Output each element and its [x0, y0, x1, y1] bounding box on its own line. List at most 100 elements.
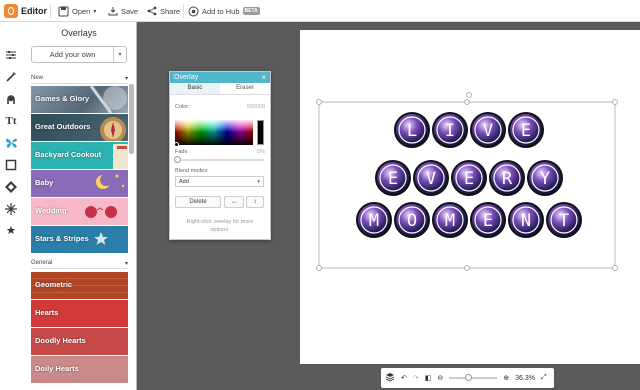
panel-title: Overlays — [61, 28, 97, 38]
overlay-thumb-doodly-hearts[interactable]: Doodly Hearts — [31, 328, 128, 355]
share-button[interactable]: Share — [147, 0, 180, 22]
themes-snowflake-icon[interactable] — [4, 202, 18, 216]
hub-icon — [188, 6, 199, 16]
open-button[interactable]: Open ▾ — [58, 0, 96, 22]
frames-icon[interactable] — [4, 158, 18, 172]
top-toolbar: Editor Open ▾ Save Share Add to Hub BETA — [0, 0, 640, 22]
badge-letter: T — [559, 211, 569, 231]
badge-letter: M — [445, 211, 455, 231]
text-tool-icon[interactable]: Tt — [4, 114, 18, 128]
overlay-thumb-backyard-cookout[interactable]: Backyard Cookout — [31, 142, 128, 169]
redo-icon[interactable]: ↷ — [413, 374, 419, 382]
chevron-down-icon: ▾ — [113, 47, 126, 62]
delete-button[interactable]: Delete — [175, 196, 221, 208]
panel-scrollbar[interactable] — [129, 84, 134, 154]
dialog-hint: Right-click overlay for more options. — [186, 219, 254, 233]
resize-handle — [316, 99, 322, 105]
overlay-thumb-geometric[interactable]: Geometric — [31, 272, 128, 299]
tab-eraser[interactable]: Eraser — [220, 83, 270, 94]
letter-badge: Y — [527, 160, 563, 196]
bottom-toolbar: ↶ ↷ ◧ ⊖ ⊕ 36.3% ⤢ — [381, 368, 554, 388]
picmonkey-logo-icon — [4, 4, 18, 18]
seasonal-beta-icon[interactable] — [4, 224, 18, 238]
textures-checker-icon[interactable] — [4, 180, 18, 194]
section-label: General — [31, 260, 53, 266]
badge-letter: E — [388, 169, 398, 189]
add-your-own-label: Add your own — [49, 50, 96, 59]
badge-letter: V — [426, 169, 436, 189]
resize-handle — [464, 265, 470, 271]
badge-letter: E — [483, 211, 493, 231]
save-button[interactable]: Save — [108, 0, 138, 22]
badge-group: L I V E E V E R Y M O M E N T — [356, 112, 582, 238]
blend-mode-value: Add — [179, 178, 189, 185]
layers-icon[interactable] — [385, 372, 395, 384]
color-label: Color: — [175, 104, 190, 110]
add-your-own-button[interactable]: Add your own ▾ — [31, 46, 127, 63]
zoom-slider[interactable] — [449, 374, 498, 381]
badge-letter: V — [483, 121, 493, 141]
fullscreen-icon[interactable]: ⤢ — [541, 374, 547, 382]
overlay-thumb-games-glory[interactable]: Games & Glory — [31, 86, 128, 113]
beta-badge: BETA — [242, 7, 260, 15]
share-label: Share — [160, 6, 181, 16]
zoom-in-icon[interactable]: ⊕ — [503, 374, 509, 382]
overlay-thumb-label: Hearts — [35, 308, 59, 317]
undo-icon[interactable]: ↶ — [401, 374, 407, 382]
effects-wand-icon[interactable] — [4, 70, 18, 84]
compare-icon[interactable]: ◧ — [425, 374, 432, 382]
fade-slider-thumb[interactable] — [174, 156, 181, 163]
flip-vertical-button[interactable]: ↕ — [246, 196, 264, 208]
badge-letter: I — [445, 121, 455, 141]
letter-badge: M — [356, 202, 392, 238]
overlay-thumb-stars-stripes[interactable]: Stars & Stripes — [31, 226, 128, 253]
save-icon — [108, 7, 118, 16]
overlay-thumb-label: Baby — [35, 178, 54, 187]
app-logo[interactable]: Editor — [4, 0, 47, 22]
overlay-thumb-label: Games & Glory — [35, 94, 90, 103]
fade-slider-track[interactable] — [175, 159, 264, 161]
flip-horizontal-button[interactable]: ↔ — [224, 196, 244, 208]
badge-letter: Y — [540, 169, 550, 189]
tab-basic[interactable]: Basic — [170, 83, 220, 94]
letter-badge: R — [489, 160, 525, 196]
fade-label: Fade — [175, 149, 188, 155]
color-spectrum-picker[interactable] — [175, 120, 253, 145]
overlay-thumb-hearts[interactable]: Hearts — [31, 300, 128, 327]
chevron-down-icon: ▾ — [257, 178, 260, 185]
adjust-tool-icon[interactable] — [4, 48, 18, 62]
dialog-tabs: Basic Eraser — [170, 83, 270, 95]
zoom-out-icon[interactable]: ⊖ — [437, 374, 443, 382]
letter-badge: L — [394, 112, 430, 148]
section-header-general[interactable]: General ▾ — [31, 258, 128, 269]
dialog-header[interactable]: Overlay × — [170, 72, 270, 83]
overlay-dialog: Overlay × Basic Eraser Color: 000000 Fad… — [169, 71, 271, 240]
overlay-thumb-wedding[interactable]: Wedding — [31, 198, 128, 225]
app-title: Editor — [21, 6, 47, 16]
flip-vertical-icon: ↕ — [253, 199, 257, 205]
blend-mode-select[interactable]: Add ▾ — [175, 176, 264, 187]
hub-label: Add to Hub — [202, 6, 240, 16]
divider — [183, 4, 184, 18]
overlay-thumb-baby[interactable]: Baby — [31, 170, 128, 197]
color-picker-handle[interactable] — [174, 142, 179, 147]
close-icon[interactable]: × — [261, 73, 266, 82]
overlay-artwork: L I V E E V E R Y M O M E N T — [316, 92, 618, 271]
chevron-down-icon: ▾ — [93, 8, 97, 15]
overlays-butterfly-icon[interactable] — [4, 136, 18, 150]
section-header-new[interactable]: New ▾ — [31, 73, 128, 84]
resize-handle — [612, 99, 618, 105]
color-hex-value[interactable]: 000000 — [247, 104, 265, 110]
letter-badge: V — [470, 112, 506, 148]
letter-badge: E — [508, 112, 544, 148]
resize-handle — [612, 265, 618, 271]
zoom-slider-thumb[interactable] — [465, 374, 473, 381]
open-icon — [58, 6, 69, 16]
overlay-thumb-great-outdoors[interactable]: Great Outdoors — [31, 114, 128, 141]
overlay-thumb-doily-hearts[interactable]: Doily Hearts — [31, 356, 128, 383]
badge-letter: E — [521, 121, 531, 141]
touch-up-face-icon[interactable] — [4, 92, 18, 106]
rotate-handle — [466, 92, 472, 98]
add-to-hub-button[interactable]: Add to Hub BETA — [188, 0, 260, 22]
image-canvas[interactable]: L I V E E V E R Y M O M E N T — [300, 30, 640, 364]
